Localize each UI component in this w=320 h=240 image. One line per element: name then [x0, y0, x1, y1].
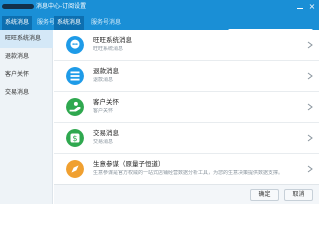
- svg-text:$: $: [72, 133, 77, 143]
- tab-label: 系统消息: [57, 19, 82, 26]
- chevron-right-icon: [307, 165, 313, 173]
- ok-button-label: 确定: [258, 191, 271, 198]
- list-item-business-advisor[interactable]: 生意参谋（原量子恒道） 生意参谋是官方权威的一站式店铺经营数据分析工具，为您的生…: [54, 154, 319, 185]
- care-hand-icon: [66, 98, 84, 116]
- sidebar-item-label: 交易消息: [5, 89, 30, 96]
- cancel-button-label: 取消: [292, 191, 305, 198]
- list-item-subtitle: 退款消息: [93, 77, 114, 83]
- refund-icon: [66, 67, 84, 85]
- list-item-subtitle: 客户关怀: [93, 108, 114, 114]
- chevron-right-icon: [307, 72, 313, 80]
- list-item-wangwang-system[interactable]: 旺旺系统消息 旺旺系统消息: [54, 30, 319, 61]
- message-subscription-list: 旺旺系统消息 旺旺系统消息 退款消息 退款消息 客户关怀 客户关怀 $ 交易消息…: [54, 30, 319, 185]
- cancel-button[interactable]: 取消: [284, 189, 313, 201]
- dollar-icon: $: [66, 129, 84, 147]
- sidebar-item-label: 退款消息: [5, 53, 30, 60]
- window-controls: ×: [296, 3, 316, 11]
- redacted-user-name: [2, 4, 34, 9]
- chevron-right-icon: [307, 103, 313, 111]
- list-item-subtitle: 交易消息: [93, 139, 114, 145]
- list-item-refund[interactable]: 退款消息 退款消息: [54, 61, 319, 92]
- sidebar: 旺旺系统消息 退款消息 客户关怀 交易消息: [0, 30, 53, 204]
- sidebar-item-label: 客户关怀: [5, 71, 30, 78]
- minimize-button[interactable]: [296, 3, 304, 11]
- tab-label: 系统消息: [5, 19, 30, 26]
- close-button[interactable]: ×: [308, 3, 316, 11]
- minimize-icon: [297, 8, 303, 9]
- sidebar-item-wangwang-system[interactable]: 旺旺系统消息: [0, 30, 53, 48]
- title-bar: 消息中心-订阅设置 ×: [0, 0, 319, 14]
- window-title: 消息中心-订阅设置: [36, 3, 87, 10]
- sidebar-item-customer-care[interactable]: 客户关怀: [0, 66, 53, 84]
- compass-icon: [66, 160, 84, 178]
- list-item-subtitle: 旺旺系统消息: [93, 46, 124, 52]
- tab-system-messages[interactable]: 系统消息: [54, 16, 85, 30]
- list-item-customer-care[interactable]: 客户关怀 客户关怀: [54, 92, 319, 123]
- list-item-title: 退款消息: [93, 67, 119, 75]
- list-item-title: 交易消息: [93, 129, 119, 137]
- list-item-subtitle: 生意参谋是官方权威的一站式店铺经营数据分析工具，为您的生意决策提供数据支撑。: [93, 170, 284, 176]
- list-item-title: 生意参谋（原量子恒道）: [93, 160, 165, 168]
- tab-bar: 系统消息 服务号 系统消息 服务号消息: [0, 14, 319, 41]
- chevron-right-icon: [307, 134, 313, 142]
- list-item-title: 客户关怀: [93, 98, 119, 106]
- ok-button[interactable]: 确定: [250, 189, 279, 201]
- sidebar-item-trade[interactable]: 交易消息: [0, 84, 53, 102]
- tab-label: 服务号: [37, 19, 56, 26]
- list-item-trade[interactable]: $ 交易消息 交易消息: [54, 123, 319, 154]
- sidebar-item-refund[interactable]: 退款消息: [0, 48, 53, 66]
- tab-label: 服务号消息: [91, 19, 122, 26]
- list-item-title: 旺旺系统消息: [93, 36, 132, 44]
- dialog-footer: 确定 取消: [54, 184, 319, 204]
- tab-service-messages[interactable]: 服务号消息: [88, 16, 124, 30]
- chevron-right-icon: [307, 41, 313, 49]
- chat-bubble-icon: [66, 36, 84, 54]
- tab-system-left[interactable]: 系统消息: [2, 16, 33, 30]
- sidebar-item-label: 旺旺系统消息: [5, 35, 42, 42]
- close-icon: ×: [308, 2, 316, 11]
